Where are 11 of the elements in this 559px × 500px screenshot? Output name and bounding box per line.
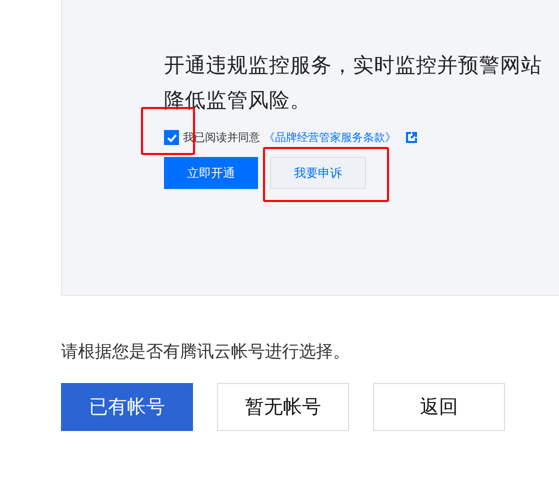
description-text: 开通违规监控服务，实时监控并预警网站 [164, 52, 543, 79]
checkbox[interactable] [164, 130, 179, 145]
prompt-text: 请根据您是否有腾讯云帐号进行选择。 [61, 341, 351, 363]
external-link-icon[interactable] [406, 132, 417, 143]
activate-button[interactable]: 立即开通 [164, 157, 258, 189]
account-button[interactable]: 暂无帐号 [217, 383, 349, 431]
account-button[interactable]: 返回 [373, 383, 505, 431]
terms-link[interactable]: 《品牌经营管家服务条款》 [264, 130, 396, 145]
appeal-button[interactable]: 我要申诉 [270, 157, 366, 189]
account-button[interactable]: 已有帐号 [61, 383, 193, 431]
checkmark-icon [166, 134, 176, 142]
